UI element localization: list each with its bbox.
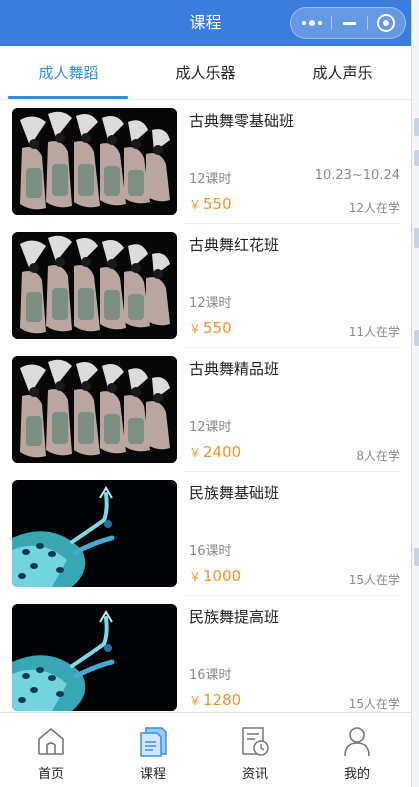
- course-list[interactable]: 古典舞零基础班 12课时 10.23~10.24 ￥ 550 12人在学 古典舞…: [0, 100, 411, 712]
- course-item[interactable]: 古典舞红花班 12课时 ￥ 550 11人在学: [0, 224, 411, 348]
- enrolled-count: 12人在学: [348, 201, 400, 215]
- course-lessons: 12课时: [189, 296, 232, 311]
- mini-program-window: 课程 成人舞蹈 成人乐器 成人声乐 古典舞零基础班 12课时 10.23~10.…: [0, 0, 411, 787]
- nav-label: 课程: [139, 767, 166, 782]
- more-dots-icon: [302, 20, 322, 26]
- title-bar: 课程: [0, 0, 411, 46]
- nav-home[interactable]: 首页: [0, 713, 102, 787]
- bottom-tab-bar: 首页 课程 资讯 我的: [0, 712, 411, 787]
- price-value: 1000: [203, 567, 242, 585]
- more-button[interactable]: [293, 8, 331, 38]
- home-icon: [38, 728, 64, 755]
- course-lessons: 16课时: [189, 544, 232, 559]
- price-value: 1280: [203, 691, 242, 709]
- minimize-button[interactable]: [330, 8, 368, 38]
- category-tabs: 成人舞蹈 成人乐器 成人声乐: [0, 46, 411, 100]
- price-value: 550: [203, 195, 232, 213]
- course-thumbnail: [12, 480, 177, 587]
- course-thumbnail: [12, 604, 177, 711]
- course-price: ￥ 550: [189, 319, 232, 337]
- peacock-dance-image: [12, 604, 177, 711]
- screen: 课程 成人舞蹈 成人乐器 成人声乐 古典舞零基础班 12课时 10.23~10.…: [0, 0, 419, 787]
- nav-label: 首页: [37, 767, 64, 782]
- course-item[interactable]: 古典舞零基础班 12课时 10.23~10.24 ￥ 550 12人在学: [0, 100, 411, 224]
- fan-dance-image: [12, 232, 177, 339]
- nav-news[interactable]: 资讯: [204, 713, 306, 787]
- course-price: ￥ 550: [189, 195, 232, 213]
- tab-adult-instrument[interactable]: 成人乐器: [137, 46, 274, 100]
- minus-icon: [342, 21, 356, 25]
- course-price: ￥ 1000: [189, 567, 241, 585]
- course-name: 民族舞基础班: [189, 484, 280, 502]
- currency-symbol: ￥: [189, 570, 202, 584]
- nav-label: 我的: [343, 767, 370, 782]
- news-icon: [242, 727, 269, 756]
- course-dates: 10.23~10.24: [314, 168, 400, 183]
- fan-dance-image: [12, 108, 177, 215]
- close-button[interactable]: [367, 8, 405, 38]
- course-name: 古典舞精品班: [189, 360, 280, 378]
- course-icon: [140, 727, 167, 757]
- peacock-dance-image: [12, 480, 177, 587]
- enrolled-count: 15人在学: [348, 573, 400, 587]
- active-tab-indicator: [8, 96, 128, 99]
- course-thumbnail: [12, 232, 177, 339]
- course-thumbnail: [12, 108, 177, 215]
- user-icon: [344, 727, 370, 757]
- enrolled-count: 11人在学: [348, 325, 400, 339]
- nav-course[interactable]: 课程: [102, 713, 204, 787]
- course-item[interactable]: 民族舞基础班 16课时 ￥ 1000 15人在学: [0, 472, 411, 596]
- course-item[interactable]: 民族舞提高班 16课时 ￥ 1280 15人在学: [0, 596, 411, 712]
- course-price: ￥ 1280: [189, 691, 241, 709]
- currency-symbol: ￥: [189, 322, 202, 336]
- target-icon: [377, 14, 395, 32]
- course-lessons: 12课时: [189, 172, 232, 187]
- course-name: 古典舞零基础班: [189, 112, 295, 130]
- background-window-edge: [411, 0, 419, 787]
- enrolled-count: 15人在学: [348, 697, 400, 711]
- course-lessons: 12课时: [189, 420, 232, 435]
- capsule-menu: [290, 7, 406, 39]
- course-item[interactable]: 古典舞精品班 12课时 ￥ 2400 8人在学: [0, 348, 411, 472]
- tab-adult-vocal[interactable]: 成人声乐: [274, 46, 411, 100]
- course-price: ￥ 2400: [189, 443, 241, 461]
- course-name: 古典舞红花班: [189, 236, 280, 254]
- currency-symbol: ￥: [189, 694, 202, 708]
- nav-label: 资讯: [241, 767, 268, 782]
- currency-symbol: ￥: [189, 198, 202, 212]
- currency-symbol: ￥: [189, 446, 202, 460]
- course-name: 民族舞提高班: [189, 608, 280, 626]
- price-value: 2400: [203, 443, 242, 461]
- tab-adult-dance[interactable]: 成人舞蹈: [0, 46, 137, 100]
- course-thumbnail: [12, 356, 177, 463]
- nav-mine[interactable]: 我的: [306, 713, 408, 787]
- course-lessons: 16课时: [189, 668, 232, 683]
- enrolled-count: 8人在学: [356, 449, 400, 463]
- fan-dance-image: [12, 356, 177, 463]
- price-value: 550: [203, 319, 232, 337]
